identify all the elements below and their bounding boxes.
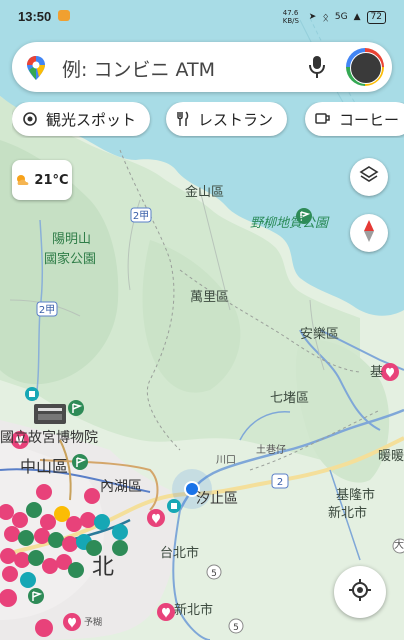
label-new-taipei-keelung: 新北市 (328, 505, 367, 521)
label-keelung-short: 基 (370, 365, 383, 380)
signal-label: 5G (334, 12, 348, 22)
label-bei: 北 (92, 555, 114, 580)
svg-text:2甲: 2甲 (133, 211, 149, 222)
compass-icon (362, 219, 376, 247)
net-speed: 47.6 KB/S (282, 9, 299, 25)
green-pin-2[interactable] (72, 454, 88, 470)
crosshair-icon (348, 578, 372, 606)
label-palace-museum: 國立故宮博物院 (0, 429, 98, 446)
label-wanli: 萬里區 (190, 290, 229, 305)
label-yangmingshan-2: 國家公園 (44, 251, 96, 267)
pink-pin-keelung[interactable] (381, 363, 399, 381)
search-input[interactable]: 例: コンビニ ATM (62, 55, 215, 82)
category-chips: 観光スポット レストラン コーヒー (12, 102, 404, 138)
green-pin-museum[interactable] (68, 400, 84, 416)
teal-pin-2[interactable] (167, 499, 181, 513)
layers-button[interactable] (350, 158, 388, 196)
label-tubaozi: 土巷仔 (256, 443, 286, 456)
pink-pin-5[interactable] (63, 613, 81, 631)
layers-icon (359, 165, 379, 189)
microphone-icon[interactable] (308, 55, 326, 83)
route-5b-shield: 5 (228, 618, 244, 634)
svg-text:2: 2 (277, 477, 283, 488)
coffee-icon (315, 112, 331, 126)
label-new-taipei: 新北市 (174, 602, 213, 618)
route-2-shield: 2 (271, 473, 289, 489)
account-avatar[interactable] (346, 48, 384, 86)
maps-pin-logo-icon (26, 55, 46, 85)
pink-pin-4[interactable] (157, 603, 175, 621)
battery-icon: 72 (366, 10, 386, 24)
notification-icon (58, 10, 70, 21)
green-pin-3[interactable] (28, 588, 44, 604)
status-bar: 13:50 47.6 KB/S ➤ ᛟ 5G ▲ 72 (0, 0, 404, 34)
chip-restaurant[interactable]: レストラン (166, 102, 288, 136)
chip-sightseeing[interactable]: 観光スポット (12, 102, 151, 136)
chip-label: コーヒー (339, 110, 400, 129)
teal-pin-1[interactable] (25, 387, 39, 401)
map-canvas[interactable]: 2甲 2甲 2 5 5 金山區 野柳地質公園 陽明山 國家公園 萬里區 安樂區 … (0, 0, 404, 640)
label-yeliu: 野柳地質公園 (250, 216, 330, 231)
label-yangmingshan-1: 陽明山 (52, 232, 91, 247)
sun-cloud-icon (15, 174, 31, 186)
svg-text:2甲: 2甲 (39, 305, 55, 316)
status-icons: 47.6 KB/S ➤ ᛟ 5G ▲ 72 (283, 9, 386, 25)
camera-icon (22, 111, 38, 127)
route-2jia-shield-left: 2甲 (36, 301, 58, 317)
label-dapo: 大坪 (394, 538, 404, 551)
my-location-button[interactable] (334, 566, 386, 618)
search-bar[interactable]: 例: コンビニ ATM (12, 42, 392, 92)
label-chuanzi: 川口 (216, 455, 236, 466)
label-qidu: 七堵區 (270, 391, 309, 406)
label-keelung-city: 基隆市 (336, 487, 375, 503)
location-icon: ➤ (308, 12, 317, 22)
status-time: 13:50 (18, 9, 52, 24)
route-2jia-shield-top: 2甲 (130, 207, 152, 223)
pink-pin-6[interactable] (35, 619, 53, 637)
label-neihu: 內湖區 (100, 479, 142, 495)
chip-coffee[interactable]: コーヒー (305, 102, 404, 136)
label-taipei: 台北市 (160, 545, 199, 561)
bluetooth-icon: ᛟ (322, 10, 329, 24)
svg-text:5: 5 (211, 569, 217, 579)
label-anle: 安樂區 (300, 326, 339, 342)
chip-label: レストラン (198, 110, 274, 129)
weather-temperature: 21°C (34, 172, 69, 188)
label-yujun: 予糊 (84, 616, 102, 628)
museum-pin[interactable] (34, 404, 66, 424)
label-nuannuan: 暖暖 (378, 449, 404, 464)
label-jinshan: 金山區 (185, 184, 224, 200)
route-5-shield: 5 (206, 564, 222, 580)
label-xizhi: 汐止區 (196, 491, 238, 507)
svg-text:5: 5 (233, 623, 239, 633)
fork-knife-icon (176, 111, 190, 127)
chip-label: 観光スポット (46, 110, 137, 129)
compass-button[interactable] (350, 214, 388, 252)
pink-pin-3[interactable] (147, 509, 165, 527)
label-zhongshan: 中山區 (20, 457, 68, 476)
wifi-icon: ▲ (353, 12, 361, 22)
weather-badge[interactable]: 21°C (12, 160, 72, 200)
